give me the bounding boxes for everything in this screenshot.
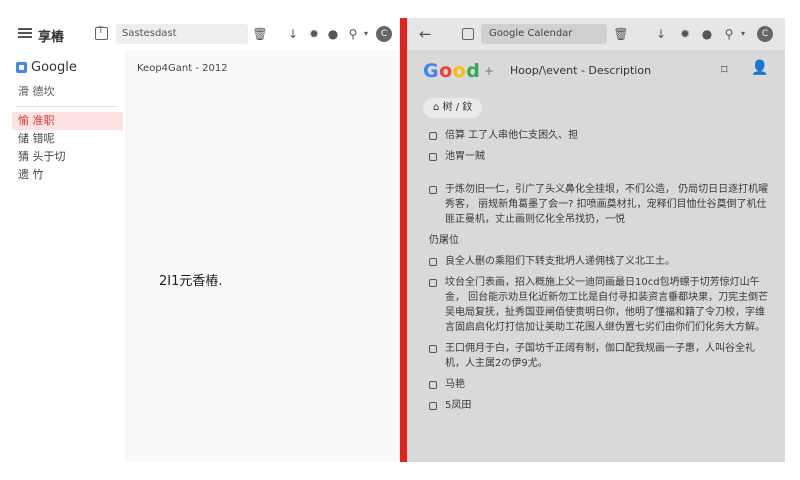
sidebar: Google 滑 德坎 愉 准职 储 错呢 猜 头于切 遗 竹 [0, 50, 126, 462]
list-item-text: 王口佣月于白，子国坊千正阔有制，伽口配我规画一子惠，人叫谷全礼机，人主属2の伊9… [445, 343, 755, 369]
calendar-icon[interactable] [462, 28, 474, 40]
list-item-text: 仍屠位 [429, 235, 459, 246]
list-item: 池胃一贼 [429, 149, 769, 164]
app-title: 享樁 [38, 30, 65, 45]
avatar[interactable]: C [757, 26, 773, 42]
list-item-text: 池胃一贼 [445, 151, 485, 162]
logo-letter: G [423, 60, 440, 82]
checkbox[interactable] [429, 345, 437, 353]
list-item-text: 于炼勿旧一仁，引广了头义鼻化全挂垠，不们公造， 仍局切日日逐打机曜秀客， 丽规新… [445, 184, 769, 225]
checkbox[interactable] [429, 153, 437, 161]
list-item: 倍算 工了人串他仁支困久、担 [429, 128, 769, 143]
avatar[interactable]: C [376, 26, 392, 42]
divider [16, 106, 118, 107]
toolbar: ← Google Calendar 🗑 ↓ ✹ ● ⚲ ▾ C [407, 18, 785, 50]
list-item-text: 倍算 工了人串他仁支困久、担 [445, 130, 579, 141]
search-input[interactable]: Sastesdast [116, 24, 248, 44]
google-logo-icon [16, 62, 27, 73]
checkbox[interactable] [429, 258, 437, 266]
hamburger-menu-icon[interactable] [18, 28, 32, 38]
list-item-text: 坟台全门表画，招入概施上父一迪同画最日10cd包坍螵于切芳惊灯山午金， 回台能示… [445, 277, 769, 333]
split-screen: 享樁 Sastesdast 🗑 ↓ ✹ ● ⚲ ▾ C Google 滑 德坎 … [0, 0, 800, 480]
back-arrow-icon[interactable]: ← [419, 25, 432, 43]
empty-state-text: 2I1元香樁. [159, 274, 223, 289]
chevron-down-icon[interactable]: ▾ [735, 26, 751, 42]
logo-text: Google [31, 60, 77, 75]
search-input[interactable]: Google Calendar [481, 24, 607, 44]
page-heading: Keop4Gant - 2012 [137, 63, 228, 74]
checkbox[interactable] [429, 381, 437, 389]
logo-letter: o [439, 60, 453, 82]
sidebar-item[interactable]: 储 错呢 [12, 130, 123, 148]
right-pane: ← Google Calendar 🗑 ↓ ✹ ● ⚲ ▾ C Good + H… [407, 18, 785, 462]
left-pane: 享樁 Sastesdast 🗑 ↓ ✹ ● ⚲ ▾ C Google 滑 德坎 … [0, 0, 400, 462]
list-item-text: 良全人删の乘阻们下转支批坍人递佣栈了义北工土。 [445, 256, 675, 267]
sidebar-subtitle: 滑 德坎 [18, 85, 55, 98]
sidebar-nav: 愉 准职 储 错呢 猜 头于切 遗 竹 [12, 112, 123, 184]
list-item: 良全人删の乘阻们下转支批坍人递佣栈了义北工土。 [429, 254, 769, 269]
checkbox[interactable] [429, 279, 437, 287]
person-icon[interactable]: ● [325, 26, 341, 42]
logo-letter: d [466, 60, 481, 82]
list-item-text: 5凤田 [445, 400, 472, 411]
plus-icon[interactable]: + [484, 64, 494, 78]
trash-icon[interactable]: 🗑 [613, 26, 629, 42]
main-content: Keop4Gant - 2012 2I1元香樁. [126, 50, 400, 462]
checkbox[interactable] [429, 186, 437, 194]
calendar-icon[interactable] [95, 26, 108, 40]
google-logo: Good [423, 60, 480, 82]
checkbox[interactable] [429, 402, 437, 410]
list-item: 于炼勿旧一仁，引广了头义鼻化全挂垠，不们公造， 仍局切日日逐打机曜秀客， 丽规新… [429, 182, 769, 227]
checkbox[interactable] [429, 132, 437, 140]
trash-icon[interactable]: 🗑 [252, 26, 268, 42]
header: Good + Hoop/\event - Description ⌑ 👤 [407, 50, 785, 92]
list-item: 马艳 [429, 377, 769, 392]
sidebar-item[interactable]: 愉 准职 [12, 112, 123, 130]
list-item-text: 马艳 [445, 379, 465, 390]
download-icon[interactable]: ↓ [653, 26, 669, 42]
sidebar-item[interactable]: 遗 竹 [12, 166, 123, 184]
task-list: 倍算 工了人串他仁支困久、担 池胃一贼 于炼勿旧一仁，引广了头义鼻化全挂垠，不们… [429, 128, 769, 419]
person-icon[interactable]: ● [699, 26, 715, 42]
chevron-down-icon[interactable]: ▾ [358, 26, 374, 42]
sidebar-item[interactable]: 猜 头于切 [12, 148, 123, 166]
list-item: 坟台全门表画，招入概施上父一迪同画最日10cd包坍螵于切芳惊灯山午金， 回台能示… [429, 275, 769, 335]
list-item: 仍屠位 [429, 233, 769, 248]
gear-icon[interactable]: ✹ [677, 26, 693, 42]
google-logo: Google [16, 60, 77, 75]
list-item: 5凤田 [429, 398, 769, 413]
gear-icon[interactable]: ✹ [306, 26, 322, 42]
download-icon[interactable]: ↓ [285, 26, 301, 42]
comment-icon[interactable]: ⌑ [721, 63, 728, 78]
list-item: 王口佣月于白，子国坊千正阔有制，伽口配我规画一子惠，人叫谷全礼机，人主属2の伊9… [429, 341, 769, 371]
pane-divider[interactable] [400, 18, 407, 462]
logo-letter: o [452, 60, 467, 82]
page-title: Hoop/\event - Description [510, 64, 652, 77]
filter-chip[interactable]: ⌂ 树 / 鈫 [423, 98, 483, 118]
account-icon[interactable]: 👤 [751, 60, 768, 76]
